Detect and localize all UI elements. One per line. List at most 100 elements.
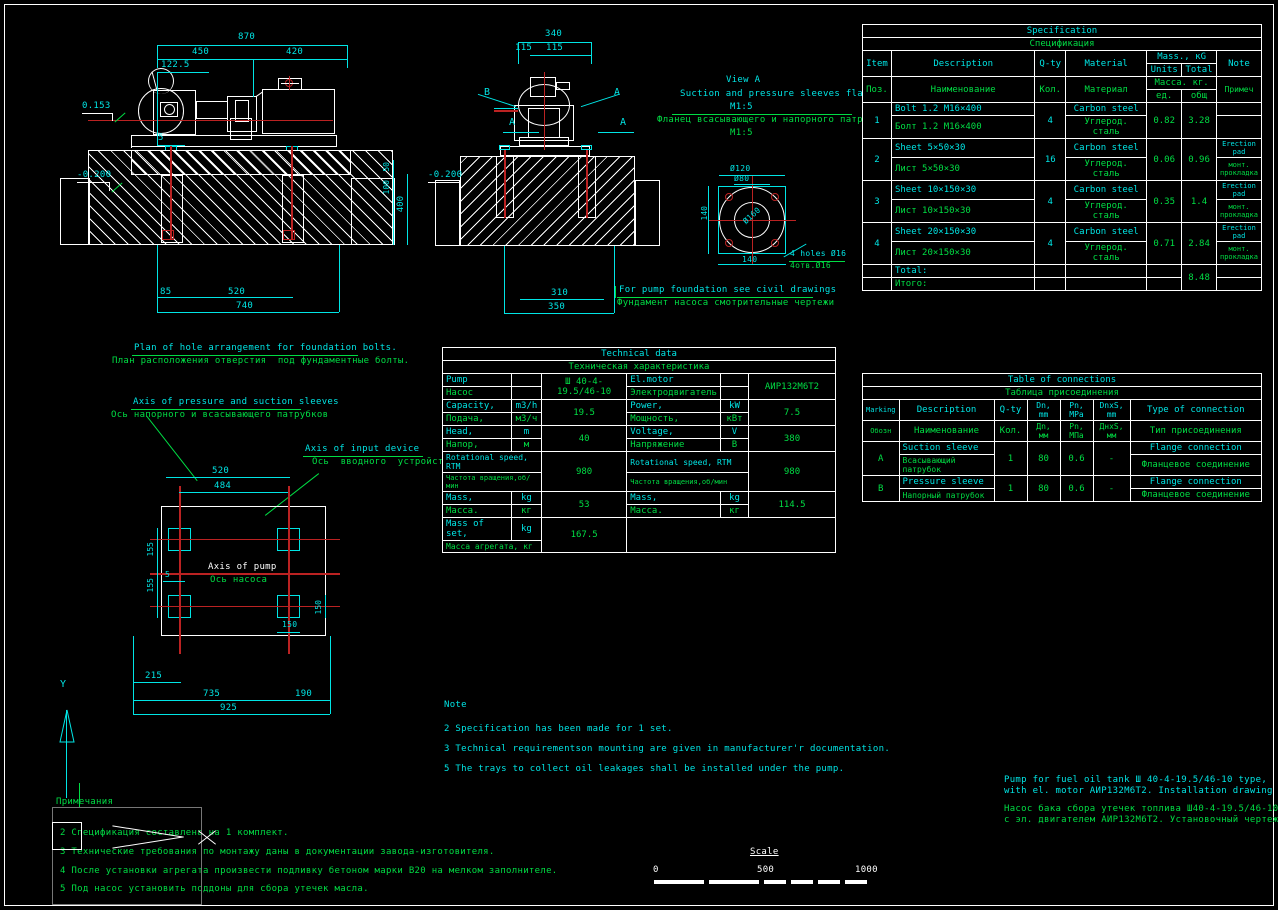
conn-r2-dn: 80 (1026, 475, 1061, 502)
elev-0200-tick (109, 182, 110, 191)
anchor-bolt-hook-right (283, 230, 295, 240)
tech-r2-l-en: Head, (442, 425, 512, 439)
table-row: B Pressure sleeve 1 80 0.6 - Flange conn… (862, 475, 1263, 502)
spec-r4-desc-ru: Лист 20×150×30 (890, 241, 1036, 265)
tech-r4-l-ru: Масса. (442, 504, 512, 518)
tech-r4-r-ru: Масса. (626, 504, 721, 518)
table-row: Pump Ш 40-4-19.5/46-10 El.motor АИР132М6… (442, 373, 837, 400)
conn-h-desc-ru: Наименование (898, 420, 995, 442)
plan-axis-h-bottom (150, 606, 340, 607)
side-dim-115-line (530, 55, 591, 56)
spec-r3-total: 1.4 (1181, 180, 1217, 223)
plan-dim-925-ext-r (330, 636, 331, 714)
plan-dim-190: 190 (295, 689, 313, 699)
tech-set-ru: Масса агрегата, кг (442, 540, 542, 553)
plan-dim-155-line (157, 528, 158, 618)
side-suction-flange-mark (494, 110, 518, 112)
spec-h-mat-en: Material (1065, 50, 1148, 77)
dim-870-line (157, 45, 347, 46)
spec-r1-item: 1 (862, 102, 892, 139)
scale-seg-1 (654, 880, 704, 884)
conn-r1-qty: 1 (993, 441, 1028, 476)
tech-r2-r-en: Voltage, (626, 425, 721, 439)
spec-r1-desc-ru: Болт 1.2 М16×400 (890, 115, 1036, 139)
tech-r0-r-unit-ru (719, 386, 749, 400)
spec-r3-item: 3 (862, 180, 892, 223)
conn-h-dn-en: Dn, mm (1026, 399, 1061, 421)
spec-r2-desc-ru: Лист 5×50×30 (890, 157, 1036, 181)
plan-dim-520-line (166, 477, 290, 478)
tech-set-val: 167.5 (540, 517, 628, 553)
scale-label: Scale (750, 847, 779, 857)
section-arrow-line-r (598, 132, 634, 133)
spec-r4-total: 2.84 (1181, 222, 1217, 265)
dim-450: 450 (192, 47, 210, 57)
spec-r3-unit: 0.35 (1146, 180, 1183, 223)
flange-holes-ru: 4отв.Ø16 (790, 261, 831, 270)
conn-r2-qty: 1 (993, 475, 1028, 502)
side-elev-minus-0200: -0.200 (428, 170, 463, 180)
flange-dim-120: Ø120 (730, 164, 751, 173)
spec-h-item-en: Item (862, 50, 892, 77)
spec-r4-unit: 0.71 (1146, 222, 1183, 265)
plan-title-en: Plan of hole arrangement for foundation … (134, 343, 398, 353)
spec-r4-mat-en: Carbon steel (1065, 222, 1148, 242)
table-row: Head, m 40 Voltage, V 380 (442, 425, 837, 452)
tech-r3-r-ru: Частота вращения,об/мин (626, 472, 749, 492)
spec-r2-note-ru: монт. прокладка (1215, 157, 1263, 181)
conn-h-marking-en: Marking (862, 399, 900, 421)
tech-r2-l-unit-en: m (510, 425, 542, 439)
dim-100-right: 100 (382, 180, 391, 195)
foundation-note-leader-v (615, 286, 616, 298)
dim-400-right: 400 (396, 196, 406, 213)
side-dim-350-ext-l (504, 246, 505, 313)
flange-dim-120-line (719, 175, 785, 176)
spec-h-total-ru: общ (1181, 89, 1217, 103)
spec-r3-desc-ru: Лист 10×150×30 (890, 199, 1036, 223)
plan-dim-150-right: 150 (314, 600, 323, 615)
flange-holes-en: 4 holes Ø16 (790, 249, 847, 258)
conn-r2-mark: B (862, 475, 900, 502)
notes-en-title: Note (444, 700, 467, 710)
selection-marquee-inner (52, 822, 82, 850)
plan-dim-484: 484 (214, 481, 232, 491)
flange-hole-tl (725, 193, 733, 201)
tech-r4-r-unit-ru: кг (719, 504, 749, 518)
table-row: Total: 8.48 (862, 264, 1263, 291)
conn-h-qty-en: Q-ty (993, 399, 1028, 421)
spec-r2-unit: 0.06 (1146, 138, 1183, 181)
elev-0200-leader (77, 182, 109, 183)
spec-r2-desc-en: Sheet 5×50×30 (890, 138, 1036, 158)
tech-set-en-unit: kg (510, 517, 542, 541)
pump-bearing-housing (196, 101, 228, 119)
dim-420: 420 (286, 47, 304, 57)
spec-r4-item: 4 (862, 222, 892, 265)
side-dim-115-l: 115 (515, 43, 533, 53)
tech-r3-r-en: Rotational speed, RTM (626, 451, 749, 473)
title-en-line2: with el. motor АИР132М6Т2. Installation … (1004, 786, 1273, 796)
foundation-note-en: For pump foundation see civil drawings (619, 285, 837, 295)
dim-870: 870 (238, 32, 256, 42)
plan-dim-155-top: 155 (146, 542, 155, 557)
dim-right-stack (393, 160, 394, 245)
spec-h-qty-en: Q-ty (1034, 50, 1067, 77)
dim-420-line (253, 59, 347, 60)
spec-h-desc-ru: Наименование (890, 76, 1036, 103)
spec-r2-total: 0.96 (1181, 138, 1217, 181)
conn-h-dn-ru: Дn, мм (1026, 420, 1061, 442)
plan-dim-925-ext-l (133, 636, 134, 714)
spec-h-note-en: Note (1215, 50, 1263, 77)
spec-total-value: 8.48 (1181, 264, 1217, 291)
conn-r1-pn: 0.6 (1059, 441, 1094, 476)
table-row: 4 Sheet 20×150×30 4 Carbon steel 0.71 2.… (862, 222, 1263, 265)
side-dim-340-ext-r (591, 42, 592, 64)
conn-r1-type-en: Flange connection (1129, 441, 1263, 455)
tech-r0-l-unit-ru (510, 386, 542, 400)
table-row: 3 Sheet 10×150×30 4 Carbon steel 0.35 1.… (862, 180, 1263, 223)
tech-r4-l-en: Mass, (442, 491, 512, 505)
view-a-scale-en: M1:5 (730, 102, 753, 112)
tech-r0-r-ru: Электродвигатель (626, 386, 721, 400)
dim-740-ext-r (339, 245, 340, 312)
tech-r3-l-en: Rotational speed, RTM (442, 451, 542, 473)
conn-r2-type-ru: Фланцевое соединение (1129, 488, 1263, 502)
